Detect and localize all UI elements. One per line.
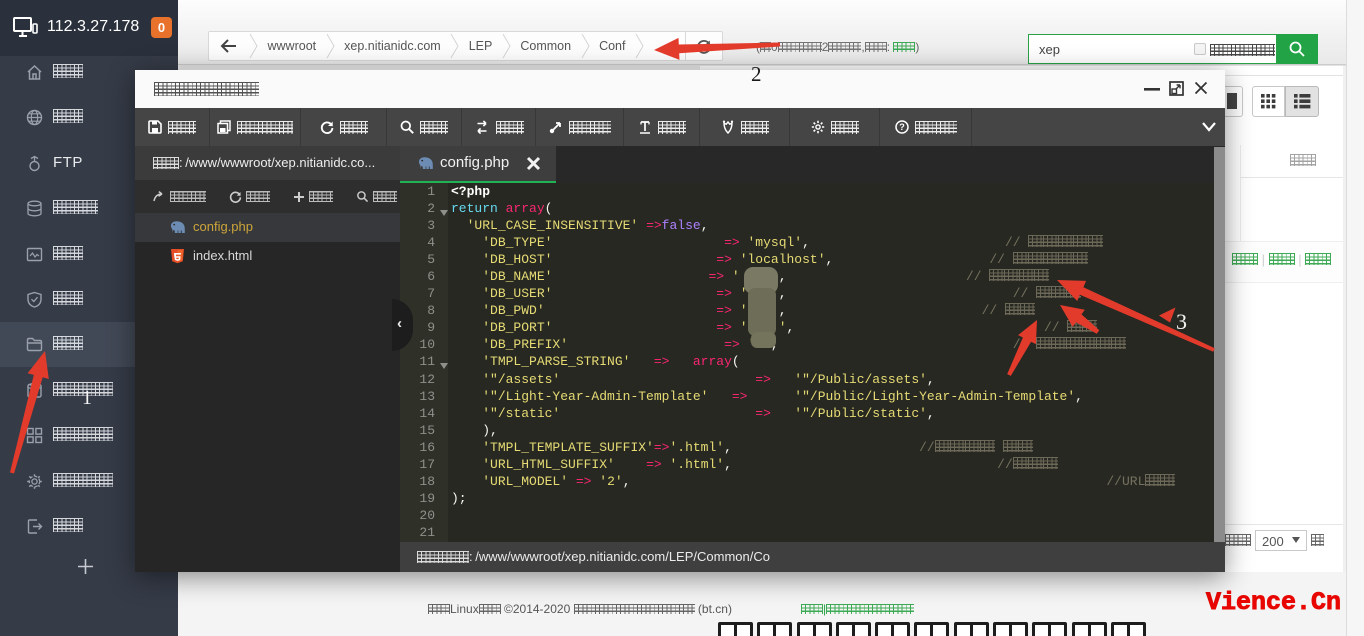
svg-text:?: ? — [899, 122, 905, 132]
